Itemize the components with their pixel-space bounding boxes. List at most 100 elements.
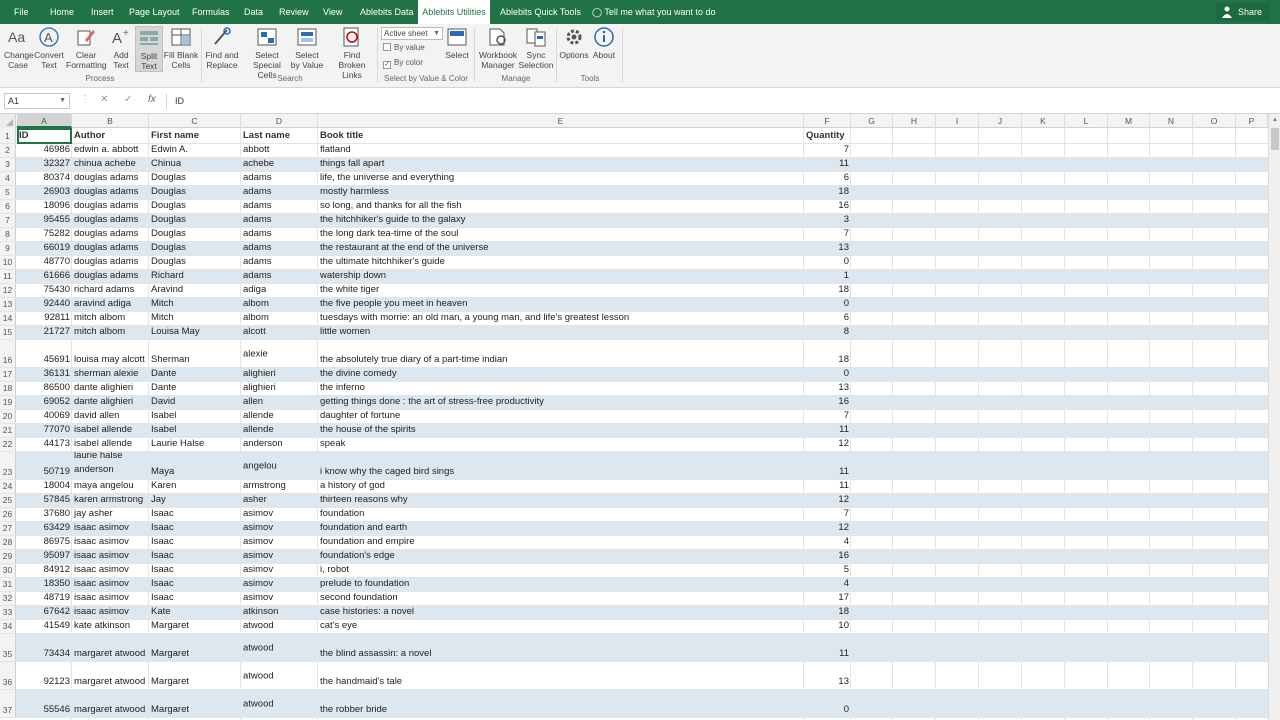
column-header-c[interactable]: C xyxy=(149,114,241,128)
cell-quantity[interactable]: 10 xyxy=(804,620,851,633)
cell-book-title[interactable]: tuesdays with morrie: an old man, a youn… xyxy=(318,312,804,325)
select-by-value-button[interactable]: Select by Value xyxy=(289,26,325,70)
select-button[interactable]: Select xyxy=(442,26,472,60)
cell-first-name[interactable]: Isabel xyxy=(149,410,241,423)
row-header[interactable]: 26 xyxy=(0,508,16,521)
cell-first-name[interactable]: Louisa May xyxy=(149,326,241,339)
cell-id[interactable]: 86500 xyxy=(17,382,72,395)
row-header[interactable]: 29 xyxy=(0,550,16,563)
cell-book-title[interactable]: mostly harmless xyxy=(318,186,804,199)
cell-quantity[interactable]: 11 xyxy=(804,634,851,661)
row-header[interactable]: 1 xyxy=(0,128,16,143)
column-header-f[interactable]: F xyxy=(804,114,851,128)
cell-book-title[interactable]: case histories: a novel xyxy=(318,606,804,619)
cell-quantity[interactable]: 0 xyxy=(804,690,851,717)
tab-file[interactable]: File xyxy=(14,0,29,24)
cell-author[interactable]: louisa may alcott xyxy=(72,340,149,367)
cancel-icon[interactable]: ✕ xyxy=(100,94,108,105)
cell-book-title[interactable]: flatland xyxy=(318,144,804,157)
cell-book-title[interactable]: speak xyxy=(318,438,804,451)
row-header[interactable]: 13 xyxy=(0,298,16,311)
cell-first-name[interactable]: Sherman xyxy=(149,340,241,367)
column-header-a[interactable]: A xyxy=(17,114,72,128)
tab-view[interactable]: View xyxy=(323,0,342,24)
column-header-k[interactable]: K xyxy=(1022,114,1065,128)
cell-quantity[interactable]: 3 xyxy=(804,214,851,227)
cell-first-name[interactable]: Jay xyxy=(149,494,241,507)
column-header-n[interactable]: N xyxy=(1150,114,1193,128)
row-header[interactable]: 18 xyxy=(0,382,16,395)
cell-author[interactable]: isabel allende xyxy=(72,424,149,437)
cell-last-name[interactable]: adams xyxy=(241,270,318,283)
header-quantity[interactable]: Quantity xyxy=(804,128,851,143)
column-header-h[interactable]: H xyxy=(893,114,936,128)
cell-id[interactable]: 80374 xyxy=(17,172,72,185)
cell-id[interactable]: 95455 xyxy=(17,214,72,227)
workbook-manager-button[interactable]: Workbook Manager xyxy=(478,26,518,70)
cell-last-name[interactable]: atwood xyxy=(241,620,318,633)
row-header[interactable]: 15 xyxy=(0,326,16,339)
cell-book-title[interactable]: foundation and earth xyxy=(318,522,804,535)
column-header-d[interactable]: D xyxy=(241,114,318,128)
cell-last-name[interactable]: alighieri xyxy=(241,382,318,395)
header-id[interactable]: ID xyxy=(17,128,72,143)
header-first-name[interactable]: First name xyxy=(149,128,241,143)
column-header-b[interactable]: B xyxy=(72,114,149,128)
cell-book-title[interactable]: so long, and thanks for all the fish xyxy=(318,200,804,213)
row-header[interactable]: 28 xyxy=(0,536,16,549)
cell-id[interactable]: 44173 xyxy=(17,438,72,451)
cell-id[interactable]: 73434 xyxy=(17,634,72,661)
cell-last-name[interactable]: asimov xyxy=(241,592,318,605)
cell-id[interactable]: 46986 xyxy=(17,144,72,157)
column-header-e[interactable]: E xyxy=(318,114,804,128)
tab-review[interactable]: Review xyxy=(279,0,309,24)
header-author[interactable]: Author xyxy=(72,128,149,143)
scroll-up-icon[interactable]: ▲ xyxy=(1270,115,1280,125)
cell-quantity[interactable]: 6 xyxy=(804,312,851,325)
cell-author[interactable]: isaac asimov xyxy=(72,592,149,605)
tab-insert[interactable]: Insert xyxy=(91,0,114,24)
cell-id[interactable]: 55546 xyxy=(17,690,72,717)
cell-last-name[interactable]: adams xyxy=(241,228,318,241)
row-header[interactable]: 31 xyxy=(0,578,16,591)
cell-quantity[interactable]: 0 xyxy=(804,368,851,381)
cell-first-name[interactable]: Isaac xyxy=(149,536,241,549)
cell-last-name[interactable]: armstrong xyxy=(241,480,318,493)
cell-id[interactable]: 67642 xyxy=(17,606,72,619)
cell-author[interactable]: isaac asimov xyxy=(72,550,149,563)
cell-author[interactable]: douglas adams xyxy=(72,200,149,213)
cell-first-name[interactable]: Maya xyxy=(149,452,241,479)
cell-quantity[interactable]: 1 xyxy=(804,270,851,283)
cell-book-title[interactable]: life, the universe and everything xyxy=(318,172,804,185)
cell-id[interactable]: 61666 xyxy=(17,270,72,283)
cell-quantity[interactable]: 12 xyxy=(804,522,851,535)
cell-book-title[interactable]: the absolutely true diary of a part-time… xyxy=(318,340,804,367)
cell-book-title[interactable]: getting things done : the art of stress-… xyxy=(318,396,804,409)
cell-id[interactable]: 92123 xyxy=(17,662,72,689)
formula-input[interactable]: ID xyxy=(166,93,1276,109)
cell-id[interactable]: 75282 xyxy=(17,228,72,241)
cell-quantity[interactable]: 11 xyxy=(804,452,851,479)
tell-me-search[interactable]: ◯ Tell me what you want to do xyxy=(592,0,715,24)
cell-id[interactable]: 37680 xyxy=(17,508,72,521)
row-header[interactable]: 27 xyxy=(0,522,16,535)
cell-quantity[interactable]: 12 xyxy=(804,494,851,507)
cell-first-name[interactable]: Isaac xyxy=(149,578,241,591)
cell-last-name[interactable]: asimov xyxy=(241,550,318,563)
cell-id[interactable]: 95097 xyxy=(17,550,72,563)
cell-author[interactable]: laurie halse anderson xyxy=(72,452,149,479)
cell-id[interactable]: 40069 xyxy=(17,410,72,423)
cell-first-name[interactable]: Aravind xyxy=(149,284,241,297)
cell-book-title[interactable]: the restaurant at the end of the univers… xyxy=(318,242,804,255)
cell-quantity[interactable]: 11 xyxy=(804,424,851,437)
cell-last-name[interactable]: adams xyxy=(241,172,318,185)
cell-quantity[interactable]: 18 xyxy=(804,186,851,199)
cell-first-name[interactable]: Mitch xyxy=(149,298,241,311)
cell-last-name[interactable]: asimov xyxy=(241,578,318,591)
cell-id[interactable]: 63429 xyxy=(17,522,72,535)
cell-author[interactable]: mitch albom xyxy=(72,326,149,339)
cell-last-name[interactable]: alexie xyxy=(241,340,318,367)
cell-last-name[interactable]: allen xyxy=(241,396,318,409)
cell-first-name[interactable]: Isabel xyxy=(149,424,241,437)
cell-id[interactable]: 86975 xyxy=(17,536,72,549)
